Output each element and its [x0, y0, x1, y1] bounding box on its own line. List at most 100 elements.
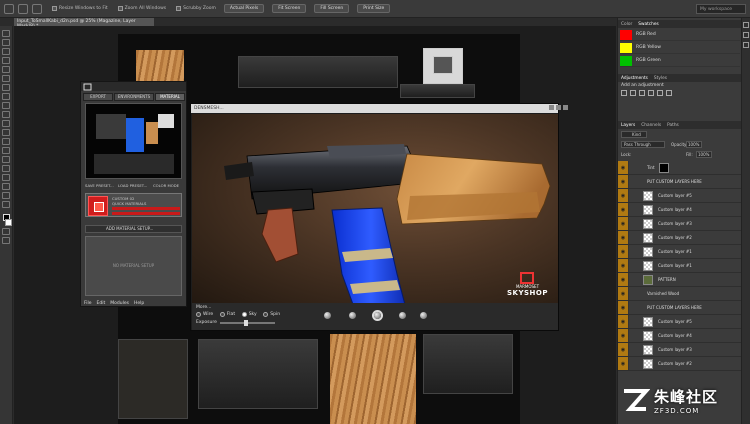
lasso-tool-icon[interactable]	[2, 48, 10, 55]
hue-saturation-icon[interactable]	[666, 90, 672, 96]
quick-select-tool-icon[interactable]	[2, 57, 10, 64]
layer-group[interactable]: ◉ Tint	[618, 161, 742, 175]
opacity-input[interactable]: 100%	[686, 141, 702, 148]
swatch-row[interactable]: RGB Yellow	[620, 42, 740, 54]
layer-row[interactable]: ◉ Custom layer #5	[618, 189, 742, 203]
quick-mask-icon[interactable]	[2, 228, 10, 235]
visibility-eye-icon[interactable]: ◉	[618, 273, 629, 286]
menu-modules[interactable]: Modules	[110, 301, 129, 306]
shape-tool-icon[interactable]	[2, 183, 10, 190]
layer-row[interactable]: ◉ Custom layer #1	[618, 259, 742, 273]
visibility-eye-icon[interactable]: ◉	[618, 315, 629, 328]
close-icon[interactable]	[563, 105, 568, 110]
layer-row[interactable]: ◉ PATTERN	[618, 273, 742, 287]
color-mode-button[interactable]: COLOR MODE	[153, 183, 179, 188]
menu-file[interactable]: File	[84, 301, 92, 306]
layer-group[interactable]: ◉ PUT CUSTOM LAYERS HERE	[618, 301, 742, 315]
material-sphere-2[interactable]	[349, 312, 356, 319]
visibility-eye-icon[interactable]: ◉	[618, 357, 629, 370]
layer-filter-kind[interactable]: Kind	[621, 131, 647, 138]
zoom-out-icon[interactable]	[32, 3, 42, 14]
exposure-slider[interactable]	[220, 320, 275, 326]
mode-sky-radio[interactable]: Sky	[241, 312, 257, 317]
document-tab[interactable]: Input_ToSmallKabi_d2n.psd @ 25% (Magazin…	[14, 18, 154, 29]
brush-panel-icon[interactable]	[743, 42, 749, 48]
visibility-eye-icon[interactable]: ◉	[618, 343, 629, 356]
more-toggle[interactable]: More...	[196, 305, 211, 310]
zoom-tool-icon[interactable]	[4, 3, 14, 14]
mode-flat-radio[interactable]: Flat	[219, 312, 235, 317]
minimize-icon[interactable]	[549, 105, 554, 110]
visibility-eye-icon[interactable]: ◉	[618, 175, 629, 188]
layer-row[interactable]: ◉ Custom layer #3	[618, 343, 742, 357]
dodge-tool-icon[interactable]	[2, 147, 10, 154]
fill-screen-button[interactable]: Fill Screen	[314, 4, 350, 13]
visibility-eye-icon[interactable]: ◉	[618, 189, 629, 202]
actual-pixels-button[interactable]: Actual Pixels	[223, 4, 265, 13]
screen-mode-icon[interactable]	[2, 237, 10, 244]
layer-group[interactable]: ◉ Varnished Wood	[618, 287, 742, 301]
resize-windows-checkbox[interactable]: Resize Windows to Fit	[52, 6, 108, 11]
blend-mode-select[interactable]: Pass Through	[621, 141, 665, 148]
brush-tool-icon[interactable]	[2, 93, 10, 100]
background-color-swatch[interactable]	[4, 219, 12, 226]
tab-export[interactable]: EXPORT	[83, 93, 113, 101]
material-sphere-3[interactable]	[374, 312, 381, 319]
tab-environments[interactable]: ENVIRONMENTS	[114, 93, 154, 101]
exposure-icon[interactable]	[648, 90, 654, 96]
visibility-eye-icon[interactable]: ◉	[618, 203, 629, 216]
workspace-select[interactable]: My workspace	[696, 4, 746, 14]
print-size-button[interactable]: Print Size	[357, 4, 391, 13]
move-tool-icon[interactable]	[2, 30, 10, 37]
healing-tool-icon[interactable]	[2, 84, 10, 91]
layer-row[interactable]: ◉ Custom layer #2	[618, 231, 742, 245]
layer-row[interactable]: ◉ Custom layer #4	[618, 203, 742, 217]
curves-icon[interactable]	[639, 90, 645, 96]
swatch-row[interactable]: RGB Green	[620, 55, 740, 67]
marquee-tool-icon[interactable]	[2, 39, 10, 46]
visibility-eye-icon[interactable]: ◉	[618, 161, 629, 174]
mode-wire-radio[interactable]: Wire	[196, 312, 213, 317]
zoom-in-icon[interactable]	[18, 3, 28, 14]
tab-material[interactable]: MATERIAL	[155, 93, 185, 101]
eyedropper-tool-icon[interactable]	[2, 75, 10, 82]
zoom-tool-icon[interactable]	[2, 201, 10, 208]
mode-spin-radio[interactable]: Spin	[263, 312, 280, 317]
visibility-eye-icon[interactable]: ◉	[618, 245, 629, 258]
tab-swatches[interactable]: Swatches	[638, 22, 659, 27]
vibrance-icon[interactable]	[657, 90, 663, 96]
material-sphere-5[interactable]	[420, 312, 427, 319]
menu-help[interactable]: Help	[134, 301, 144, 306]
save-preset-button[interactable]: SAVE PRESET...	[85, 183, 114, 188]
tab-layers[interactable]: Layers	[621, 123, 635, 128]
3d-viewport[interactable]: MARMOSET SKYSHOP	[192, 114, 558, 303]
layer-row[interactable]: ◉ Custom layer #2	[618, 357, 742, 371]
layer-row[interactable]: ◉ Custom layer #1	[618, 245, 742, 259]
eraser-tool-icon[interactable]	[2, 120, 10, 127]
layer-row[interactable]: ◉ Custom layer #4	[618, 329, 742, 343]
crop-tool-icon[interactable]	[2, 66, 10, 73]
properties-panel-icon[interactable]	[743, 32, 749, 38]
gradient-tool-icon[interactable]	[2, 129, 10, 136]
visibility-eye-icon[interactable]: ◉	[618, 259, 629, 272]
fill-input[interactable]: 100%	[696, 151, 712, 158]
brightness-icon[interactable]	[621, 90, 627, 96]
menu-edit[interactable]: Edit	[97, 301, 106, 306]
maximize-icon[interactable]	[556, 105, 561, 110]
material-sphere-4[interactable]	[399, 312, 406, 319]
tab-adjustments[interactable]: Adjustments	[621, 76, 648, 81]
levels-icon[interactable]	[630, 90, 636, 96]
scrubby-zoom-checkbox[interactable]: Scrubby Zoom	[176, 6, 216, 11]
stamp-tool-icon[interactable]	[2, 102, 10, 109]
type-tool-icon[interactable]	[2, 165, 10, 172]
fit-screen-button[interactable]: Fit Screen	[272, 4, 307, 13]
tab-paths[interactable]: Paths	[667, 123, 679, 128]
add-material-setup-button[interactable]: ADD MATERIAL SETUP...	[85, 225, 182, 233]
hand-tool-icon[interactable]	[2, 192, 10, 199]
blur-tool-icon[interactable]	[2, 138, 10, 145]
tab-channels[interactable]: Channels	[641, 123, 661, 128]
pen-tool-icon[interactable]	[2, 156, 10, 163]
layer-row[interactable]: ◉ Custom layer #3	[618, 217, 742, 231]
layer-row[interactable]: ◉ Custom layer #5	[618, 315, 742, 329]
path-select-tool-icon[interactable]	[2, 174, 10, 181]
